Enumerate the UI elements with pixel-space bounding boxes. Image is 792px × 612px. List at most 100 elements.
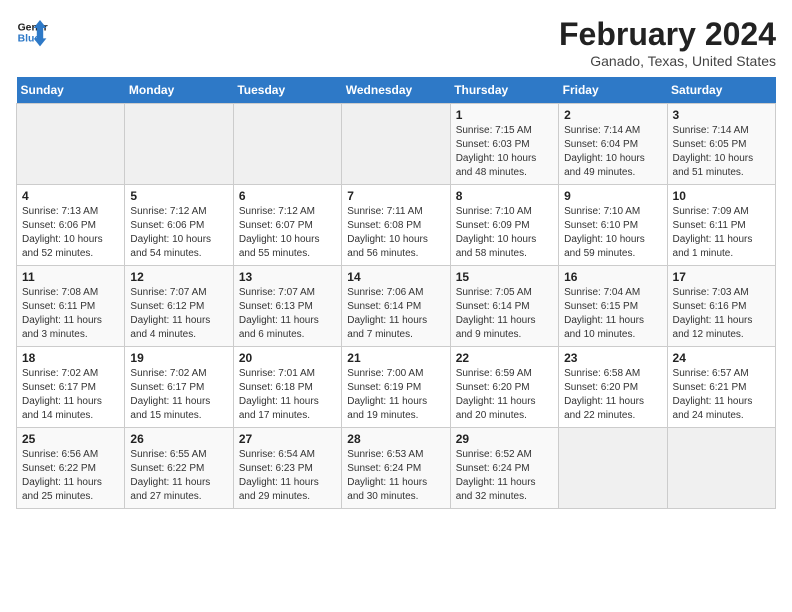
day-number: 27 <box>239 432 336 446</box>
day-number: 22 <box>456 351 553 365</box>
calendar-cell: 27 Sunrise: 6:54 AM Sunset: 6:23 PM Dayli… <box>233 428 341 509</box>
calendar-cell: 22Sunrise: 6:59 AM Sunset: 6:20 PM Dayli… <box>450 347 558 428</box>
day-info: Sunrise: 7:03 AM Sunset: 6:16 PM Dayligh… <box>673 286 770 342</box>
calendar-cell: 1 Sunrise: 7:15 AM Sunset: 6:03 PM Daylig… <box>450 104 558 185</box>
weekday-header-sunday: Sunday <box>17 77 125 104</box>
calendar-cell: 4 Sunrise: 7:13 AM Sunset: 6:06 PM Daylig… <box>17 185 125 266</box>
calendar-cell: 28 Sunrise: 6:53 AM Sunset: 6:24 PM Dayli… <box>342 428 450 509</box>
weekday-header-monday: Monday <box>125 77 233 104</box>
day-number: 28 <box>347 432 444 446</box>
day-number: 9 <box>564 189 661 203</box>
day-info: Sunrise: 6:56 AM Sunset: 6:22 PM Dayligh… <box>22 448 119 504</box>
calendar-cell: 23 Sunrise: 6:58 AM Sunset: 6:20 PM Dayli… <box>559 347 667 428</box>
calendar-cell: 25 Sunrise: 6:56 AM Sunset: 6:22 PM Dayli… <box>17 428 125 509</box>
day-number: 23 <box>564 351 661 365</box>
calendar-cell <box>17 104 125 185</box>
day-info: Sunrise: 6:53 AM Sunset: 6:24 PM Dayligh… <box>347 448 444 504</box>
day-info: Sunrise: 6:57 AM Sunset: 6:21 PM Dayligh… <box>673 367 770 423</box>
day-info: Sunrise: 7:05 AM Sunset: 6:14 PM Dayligh… <box>456 286 553 342</box>
calendar-cell: 14Sunrise: 7:06 AM Sunset: 6:14 PM Dayli… <box>342 266 450 347</box>
day-number: 19 <box>130 351 227 365</box>
title-area: February 2024 Ganado, Texas, United Stat… <box>559 16 776 69</box>
calendar-cell: 15 Sunrise: 7:05 AM Sunset: 6:14 PM Dayli… <box>450 266 558 347</box>
calendar-cell <box>667 428 775 509</box>
calendar-cell: 18 Sunrise: 7:02 AM Sunset: 6:17 PM Dayli… <box>17 347 125 428</box>
calendar-cell: 20 Sunrise: 7:01 AM Sunset: 6:18 PM Dayli… <box>233 347 341 428</box>
calendar-cell: 13 Sunrise: 7:07 AM Sunset: 6:13 PM Dayli… <box>233 266 341 347</box>
weekday-header-saturday: Saturday <box>667 77 775 104</box>
calendar-week-4: 18 Sunrise: 7:02 AM Sunset: 6:17 PM Dayli… <box>17 347 776 428</box>
day-number: 18 <box>22 351 119 365</box>
day-number: 2 <box>564 108 661 122</box>
day-info: Sunrise: 7:14 AM Sunset: 6:04 PM Dayligh… <box>564 124 661 180</box>
calendar-cell: 8Sunrise: 7:10 AM Sunset: 6:09 PM Daylig… <box>450 185 558 266</box>
calendar-cell: 16 Sunrise: 7:04 AM Sunset: 6:15 PM Dayli… <box>559 266 667 347</box>
calendar-cell <box>559 428 667 509</box>
calendar-cell: 24Sunrise: 6:57 AM Sunset: 6:21 PM Dayli… <box>667 347 775 428</box>
calendar-cell: 17 Sunrise: 7:03 AM Sunset: 6:16 PM Dayli… <box>667 266 775 347</box>
day-number: 8 <box>456 189 553 203</box>
day-info: Sunrise: 7:04 AM Sunset: 6:15 PM Dayligh… <box>564 286 661 342</box>
calendar-cell <box>342 104 450 185</box>
calendar-cell: 11 Sunrise: 7:08 AM Sunset: 6:11 PM Dayli… <box>17 266 125 347</box>
calendar-cell <box>233 104 341 185</box>
day-info: Sunrise: 7:02 AM Sunset: 6:17 PM Dayligh… <box>130 367 227 423</box>
calendar-week-5: 25 Sunrise: 6:56 AM Sunset: 6:22 PM Dayli… <box>17 428 776 509</box>
page-title: February 2024 <box>559 16 776 53</box>
day-number: 21 <box>347 351 444 365</box>
day-info: Sunrise: 6:58 AM Sunset: 6:20 PM Dayligh… <box>564 367 661 423</box>
day-number: 29 <box>456 432 553 446</box>
calendar-cell: 6Sunrise: 7:12 AM Sunset: 6:07 PM Daylig… <box>233 185 341 266</box>
day-number: 25 <box>22 432 119 446</box>
day-number: 7 <box>347 189 444 203</box>
day-number: 12 <box>130 270 227 284</box>
calendar-cell: 19 Sunrise: 7:02 AM Sunset: 6:17 PM Dayli… <box>125 347 233 428</box>
day-number: 15 <box>456 270 553 284</box>
page-subtitle: Ganado, Texas, United States <box>559 53 776 69</box>
calendar-cell: 21 Sunrise: 7:00 AM Sunset: 6:19 PM Dayli… <box>342 347 450 428</box>
logo-icon: General Blue <box>16 16 48 48</box>
calendar-week-1: 1 Sunrise: 7:15 AM Sunset: 6:03 PM Daylig… <box>17 104 776 185</box>
day-number: 4 <box>22 189 119 203</box>
logo: General Blue <box>16 16 48 48</box>
calendar-week-2: 4 Sunrise: 7:13 AM Sunset: 6:06 PM Daylig… <box>17 185 776 266</box>
calendar-cell: 10Sunrise: 7:09 AM Sunset: 6:11 PM Dayli… <box>667 185 775 266</box>
day-info: Sunrise: 6:52 AM Sunset: 6:24 PM Dayligh… <box>456 448 553 504</box>
weekday-header-tuesday: Tuesday <box>233 77 341 104</box>
day-info: Sunrise: 7:11 AM Sunset: 6:08 PM Dayligh… <box>347 205 444 261</box>
day-number: 6 <box>239 189 336 203</box>
day-info: Sunrise: 6:55 AM Sunset: 6:22 PM Dayligh… <box>130 448 227 504</box>
calendar-cell <box>125 104 233 185</box>
day-number: 10 <box>673 189 770 203</box>
calendar-cell: 29 Sunrise: 6:52 AM Sunset: 6:24 PM Dayli… <box>450 428 558 509</box>
day-number: 20 <box>239 351 336 365</box>
day-number: 1 <box>456 108 553 122</box>
calendar-cell: 2 Sunrise: 7:14 AM Sunset: 6:04 PM Daylig… <box>559 104 667 185</box>
calendar-cell: 7 Sunrise: 7:11 AM Sunset: 6:08 PM Daylig… <box>342 185 450 266</box>
day-number: 26 <box>130 432 227 446</box>
day-info: Sunrise: 7:01 AM Sunset: 6:18 PM Dayligh… <box>239 367 336 423</box>
calendar-cell: 26 Sunrise: 6:55 AM Sunset: 6:22 PM Dayli… <box>125 428 233 509</box>
day-info: Sunrise: 7:07 AM Sunset: 6:13 PM Dayligh… <box>239 286 336 342</box>
day-info: Sunrise: 7:13 AM Sunset: 6:06 PM Dayligh… <box>22 205 119 261</box>
calendar-cell: 5Sunrise: 7:12 AM Sunset: 6:06 PM Daylig… <box>125 185 233 266</box>
weekday-header-thursday: Thursday <box>450 77 558 104</box>
calendar-table: SundayMondayTuesdayWednesdayThursdayFrid… <box>16 77 776 509</box>
day-info: Sunrise: 7:15 AM Sunset: 6:03 PM Dayligh… <box>456 124 553 180</box>
day-info: Sunrise: 7:00 AM Sunset: 6:19 PM Dayligh… <box>347 367 444 423</box>
weekday-header-row: SundayMondayTuesdayWednesdayThursdayFrid… <box>17 77 776 104</box>
day-number: 17 <box>673 270 770 284</box>
day-info: Sunrise: 7:02 AM Sunset: 6:17 PM Dayligh… <box>22 367 119 423</box>
day-info: Sunrise: 7:12 AM Sunset: 6:06 PM Dayligh… <box>130 205 227 261</box>
day-number: 13 <box>239 270 336 284</box>
page-header: General Blue February 2024 Ganado, Texas… <box>16 16 776 69</box>
weekday-header-friday: Friday <box>559 77 667 104</box>
day-info: Sunrise: 7:07 AM Sunset: 6:12 PM Dayligh… <box>130 286 227 342</box>
day-info: Sunrise: 7:10 AM Sunset: 6:10 PM Dayligh… <box>564 205 661 261</box>
day-number: 14 <box>347 270 444 284</box>
day-info: Sunrise: 7:08 AM Sunset: 6:11 PM Dayligh… <box>22 286 119 342</box>
day-info: Sunrise: 6:54 AM Sunset: 6:23 PM Dayligh… <box>239 448 336 504</box>
day-number: 11 <box>22 270 119 284</box>
day-number: 16 <box>564 270 661 284</box>
calendar-cell: 3Sunrise: 7:14 AM Sunset: 6:05 PM Daylig… <box>667 104 775 185</box>
